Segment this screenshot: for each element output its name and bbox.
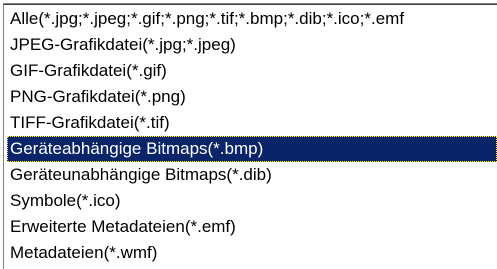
list-item-tiff[interactable]: TIFF-Grafikdatei(*.tif) [7,110,497,136]
list-item-png[interactable]: PNG-Grafikdatei(*.png) [7,84,497,110]
list-item-jpeg[interactable]: JPEG-Grafikdatei(*.jpg;*.jpeg) [7,32,497,58]
list-item-all[interactable]: Alle(*.jpg;*.jpeg;*.gif;*.png;*.tif;*.bm… [7,6,497,32]
list-item-emf[interactable]: Erweiterte Metadateien(*.emf) [7,214,497,240]
list-item-wmf[interactable]: Metadateien(*.wmf) [7,240,497,266]
list-item-ico[interactable]: Symbole(*.ico) [7,188,497,214]
list-item-gif[interactable]: GIF-Grafikdatei(*.gif) [7,58,497,84]
list-item-dib[interactable]: Geräteunabhängige Bitmaps(*.dib) [7,162,497,188]
list-item-bmp[interactable]: Geräteabhängige Bitmaps(*.bmp) [7,136,497,162]
file-type-listbox[interactable]: Alle(*.jpg;*.jpeg;*.gif;*.png;*.tif;*.bm… [3,3,497,269]
